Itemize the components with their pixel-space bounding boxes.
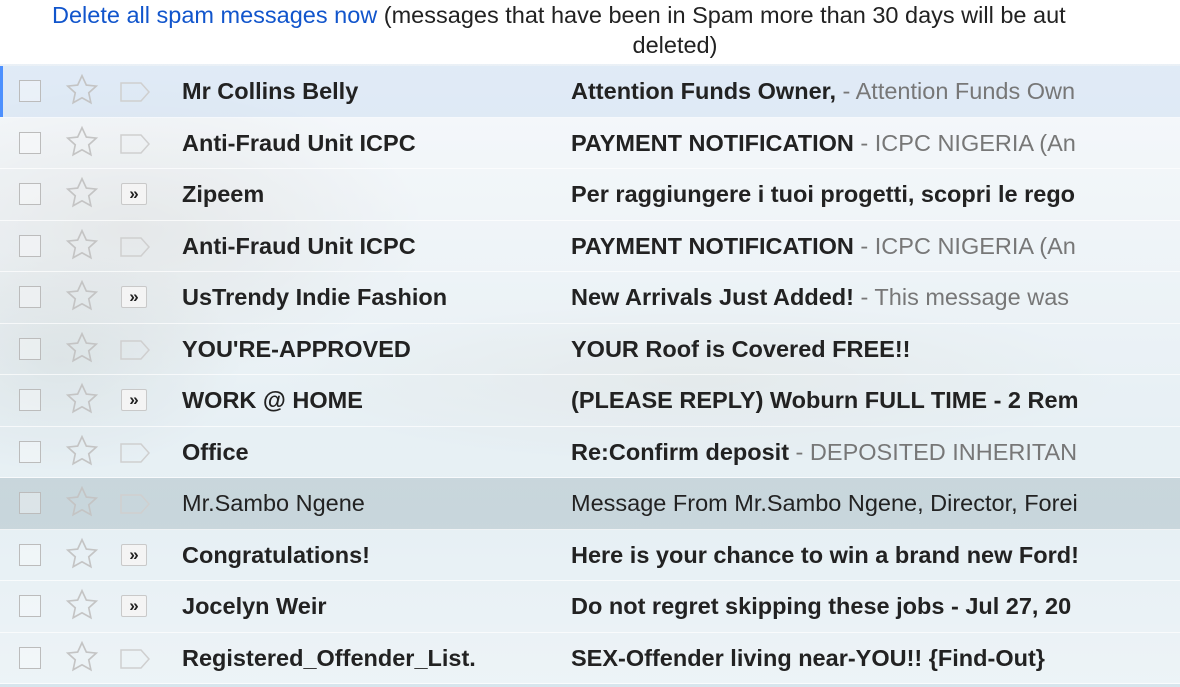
- snippet-separator: -: [853, 284, 875, 310]
- star-icon[interactable]: [64, 381, 100, 417]
- email-subject: PAYMENT NOTIFICATION: [571, 232, 854, 259]
- email-sender: Zipeem: [182, 181, 265, 207]
- star-icon[interactable]: [64, 175, 100, 211]
- important-marker-icon[interactable]: »: [121, 543, 147, 566]
- select-checkbox[interactable]: [19, 543, 41, 566]
- star-icon[interactable]: [64, 278, 100, 314]
- star-icon[interactable]: [64, 639, 100, 675]
- spam-notice-text-continued: deleted): [632, 32, 718, 58]
- email-row[interactable]: » Congratulations! Here is your chance to …: [0, 529, 1180, 581]
- importance-tag-icon[interactable]: [118, 646, 152, 672]
- select-checkbox[interactable]: [19, 234, 41, 257]
- email-message-preview: Message From Mr.Sambo Ngene, Director, F…: [571, 490, 1133, 517]
- email-row[interactable]: » WORK @ HOME (PLEASE REPLY) Woburn FULL T…: [0, 375, 1180, 427]
- select-checkbox[interactable]: [19, 286, 41, 308]
- email-row[interactable]: YOU'RE-APPROVED YOUR Roof is Covered FREE…: [0, 323, 1180, 375]
- spam-notice: Delete all spam messages now (messages t…: [0, 0, 1180, 64]
- email-row[interactable]: » Jocelyn Weir Do not regret skipping thes…: [0, 581, 1180, 633]
- select-checkbox[interactable]: [19, 80, 41, 102]
- select-checkbox[interactable]: [19, 389, 41, 411]
- select-checkbox[interactable]: [19, 440, 41, 463]
- email-row[interactable]: » Zipeem Per raggiungere i tuoi progetti, …: [0, 169, 1180, 221]
- spam-notice-text: (messages that have been in Spam more th…: [383, 2, 1066, 28]
- email-row[interactable]: Mr.Sambo Ngene Message From Mr.Sambo Ngen…: [0, 478, 1180, 530]
- important-marker-icon[interactable]: »: [121, 389, 147, 411]
- select-checkbox[interactable]: [19, 595, 41, 617]
- select-checkbox[interactable]: [19, 131, 41, 154]
- email-subject: Here is your chance to win a brand new F…: [571, 541, 1079, 568]
- email-sender: Jocelyn Weir: [182, 593, 327, 619]
- email-subject: PAYMENT NOTIFICATION: [571, 129, 854, 156]
- email-sender: Registered_Offender_List.: [182, 644, 476, 671]
- email-list: Mr Collins Belly Attention Funds Owner, -…: [0, 66, 1180, 684]
- email-subject: Message From Mr.Sambo Ngene, Director, F…: [571, 490, 1078, 516]
- email-message-preview: Here is your chance to win a brand new F…: [571, 542, 1133, 569]
- email-message-preview: Attention Funds Owner, - Attention Funds…: [571, 78, 1133, 105]
- email-snippet: ICPC NIGERIA (An: [874, 232, 1076, 259]
- importance-tag-icon[interactable]: [118, 79, 152, 105]
- email-sender: Congratulations!: [182, 541, 370, 568]
- email-subject: SEX-Offender living near-YOU!! {Find-Out…: [571, 644, 1045, 671]
- email-snippet: ICPC NIGERIA (An: [874, 129, 1076, 156]
- email-sender: Office: [182, 438, 249, 465]
- importance-tag-icon[interactable]: [118, 234, 152, 260]
- email-snippet: Attention Funds Own: [855, 78, 1076, 104]
- select-checkbox[interactable]: [19, 492, 41, 514]
- star-icon[interactable]: [64, 484, 100, 520]
- star-icon[interactable]: [64, 227, 100, 263]
- snippet-separator: -: [789, 438, 810, 465]
- email-sender: Mr Collins Belly: [182, 78, 359, 104]
- important-marker-icon[interactable]: »: [121, 595, 147, 617]
- star-icon[interactable]: [64, 536, 100, 572]
- email-row[interactable]: » UsTrendy Indie Fashion New Arrivals Just…: [0, 272, 1180, 324]
- email-snippet: This message was: [874, 284, 1070, 310]
- email-message-preview: (PLEASE REPLY) Woburn FULL TIME - 2 Rem: [571, 387, 1133, 414]
- email-row[interactable]: Office Re:Confirm deposit - DEPOSITED INH…: [0, 426, 1180, 478]
- select-checkbox[interactable]: [19, 646, 41, 669]
- star-icon[interactable]: [64, 433, 100, 469]
- email-subject: Per raggiungere i tuoi progetti, scopri …: [571, 181, 1076, 207]
- email-message-preview: New Arrivals Just Added! - This message …: [571, 284, 1133, 311]
- select-checkbox[interactable]: [19, 183, 41, 205]
- email-row[interactable]: Anti-Fraud Unit ICPC PAYMENT NOTIFICATION…: [0, 220, 1180, 272]
- email-subject: (PLEASE REPLY) Woburn FULL TIME - 2 Rem: [571, 387, 1079, 413]
- email-row[interactable]: Anti-Fraud Unit ICPC PAYMENT NOTIFICATION…: [0, 117, 1180, 169]
- email-message-preview: PAYMENT NOTIFICATION - ICPC NIGERIA (An: [571, 130, 1133, 157]
- email-row[interactable]: Registered_Offender_List. SEX-Offender li…: [0, 632, 1180, 684]
- email-sender: Mr.Sambo Ngene: [182, 490, 365, 516]
- delete-all-spam-link[interactable]: Delete all spam messages now: [52, 2, 377, 28]
- email-sender: Anti-Fraud Unit ICPC: [182, 129, 416, 156]
- email-row[interactable]: Mr Collins Belly Attention Funds Owner, -…: [0, 66, 1180, 118]
- email-subject: YOUR Roof is Covered FREE!!: [571, 335, 911, 362]
- email-sender: WORK @ HOME: [182, 387, 363, 413]
- star-icon[interactable]: [64, 587, 100, 623]
- important-marker-icon[interactable]: »: [121, 183, 147, 205]
- email-subject: Attention Funds Owner,: [571, 78, 837, 104]
- select-checkbox[interactable]: [19, 337, 41, 360]
- importance-tag-icon[interactable]: [118, 131, 152, 157]
- email-message-preview: Re:Confirm deposit - DEPOSITED INHERITAN: [571, 439, 1133, 466]
- importance-tag-icon[interactable]: [118, 491, 152, 517]
- email-message-preview: SEX-Offender living near-YOU!! {Find-Out…: [571, 645, 1133, 672]
- snippet-separator: -: [836, 78, 856, 104]
- email-sender: Anti-Fraud Unit ICPC: [182, 232, 416, 259]
- snippet-separator: -: [853, 129, 875, 156]
- email-message-preview: Per raggiungere i tuoi progetti, scopri …: [571, 181, 1133, 208]
- email-subject: New Arrivals Just Added!: [571, 284, 854, 310]
- email-sender: YOU'RE-APPROVED: [182, 335, 411, 362]
- star-icon[interactable]: [64, 330, 100, 366]
- snippet-separator: -: [853, 232, 875, 259]
- star-icon[interactable]: [64, 124, 100, 160]
- email-message-preview: PAYMENT NOTIFICATION - ICPC NIGERIA (An: [571, 233, 1133, 260]
- email-subject: Do not regret skipping these jobs - Jul …: [571, 593, 1072, 619]
- importance-tag-icon[interactable]: [118, 440, 152, 466]
- email-subject: Re:Confirm deposit: [571, 438, 790, 465]
- email-message-preview: YOUR Roof is Covered FREE!!: [571, 336, 1133, 363]
- email-message-preview: Do not regret skipping these jobs - Jul …: [571, 593, 1133, 620]
- star-icon[interactable]: [64, 72, 100, 108]
- email-snippet: DEPOSITED INHERITAN: [809, 438, 1078, 465]
- importance-tag-icon[interactable]: [118, 337, 152, 363]
- email-sender: UsTrendy Indie Fashion: [182, 284, 448, 310]
- important-marker-icon[interactable]: »: [121, 286, 147, 308]
